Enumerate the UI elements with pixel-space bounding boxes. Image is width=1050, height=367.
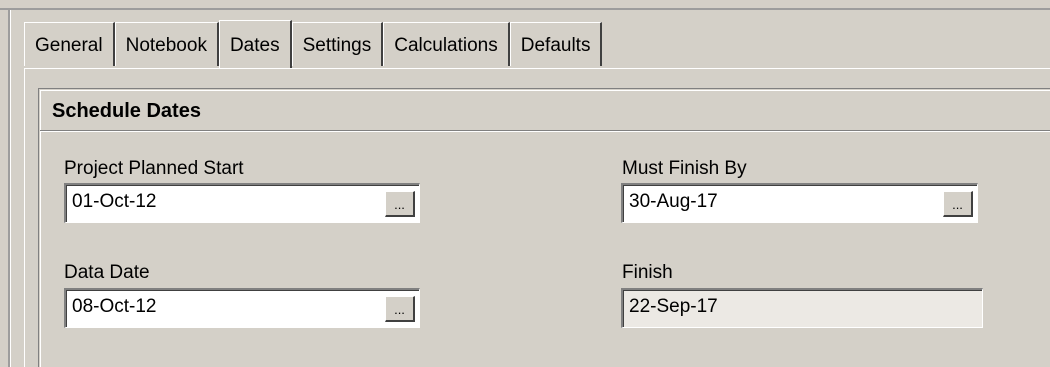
tab-general[interactable]: General <box>24 22 115 66</box>
title-divider-highlight <box>40 131 1050 132</box>
tab-dates[interactable]: Dates <box>218 20 292 68</box>
window-border-highlight <box>10 10 11 367</box>
data-date-field[interactable]: 08-Oct-12 ... <box>64 288 420 328</box>
finish-value: 22-Sep-17 <box>629 296 718 317</box>
data-date-picker-button[interactable]: ... <box>385 296 415 322</box>
tab-notebook[interactable]: Notebook <box>114 22 219 66</box>
finish-field: 22-Sep-17 <box>621 288 983 328</box>
tab-calculations[interactable]: Calculations <box>383 22 510 66</box>
project-planned-start-picker-button[interactable]: ... <box>385 191 415 217</box>
window-border-top <box>0 8 1050 10</box>
tab-content-border <box>24 68 1050 69</box>
tab-strip: General Notebook Dates Settings Calculat… <box>24 20 603 68</box>
project-planned-start-field[interactable]: 01-Oct-12 ... <box>64 183 420 223</box>
data-date-label: Data Date <box>64 262 150 283</box>
must-finish-by-picker-button[interactable]: ... <box>943 191 973 217</box>
data-date-value: 08-Oct-12 <box>72 296 157 317</box>
must-finish-by-value: 30-Aug-17 <box>629 191 718 212</box>
tab-defaults[interactable]: Defaults <box>509 22 603 66</box>
must-finish-by-field[interactable]: 30-Aug-17 ... <box>621 183 978 223</box>
must-finish-by-label: Must Finish By <box>622 158 747 179</box>
tab-content-border-left <box>24 68 25 367</box>
project-planned-start-label: Project Planned Start <box>64 158 244 179</box>
project-planned-start-value: 01-Oct-12 <box>72 191 157 212</box>
project-dates-panel: General Notebook Dates Settings Calculat… <box>0 0 1050 367</box>
finish-label: Finish <box>622 262 673 283</box>
tab-settings[interactable]: Settings <box>291 22 384 66</box>
group-title: Schedule Dates <box>52 100 201 122</box>
